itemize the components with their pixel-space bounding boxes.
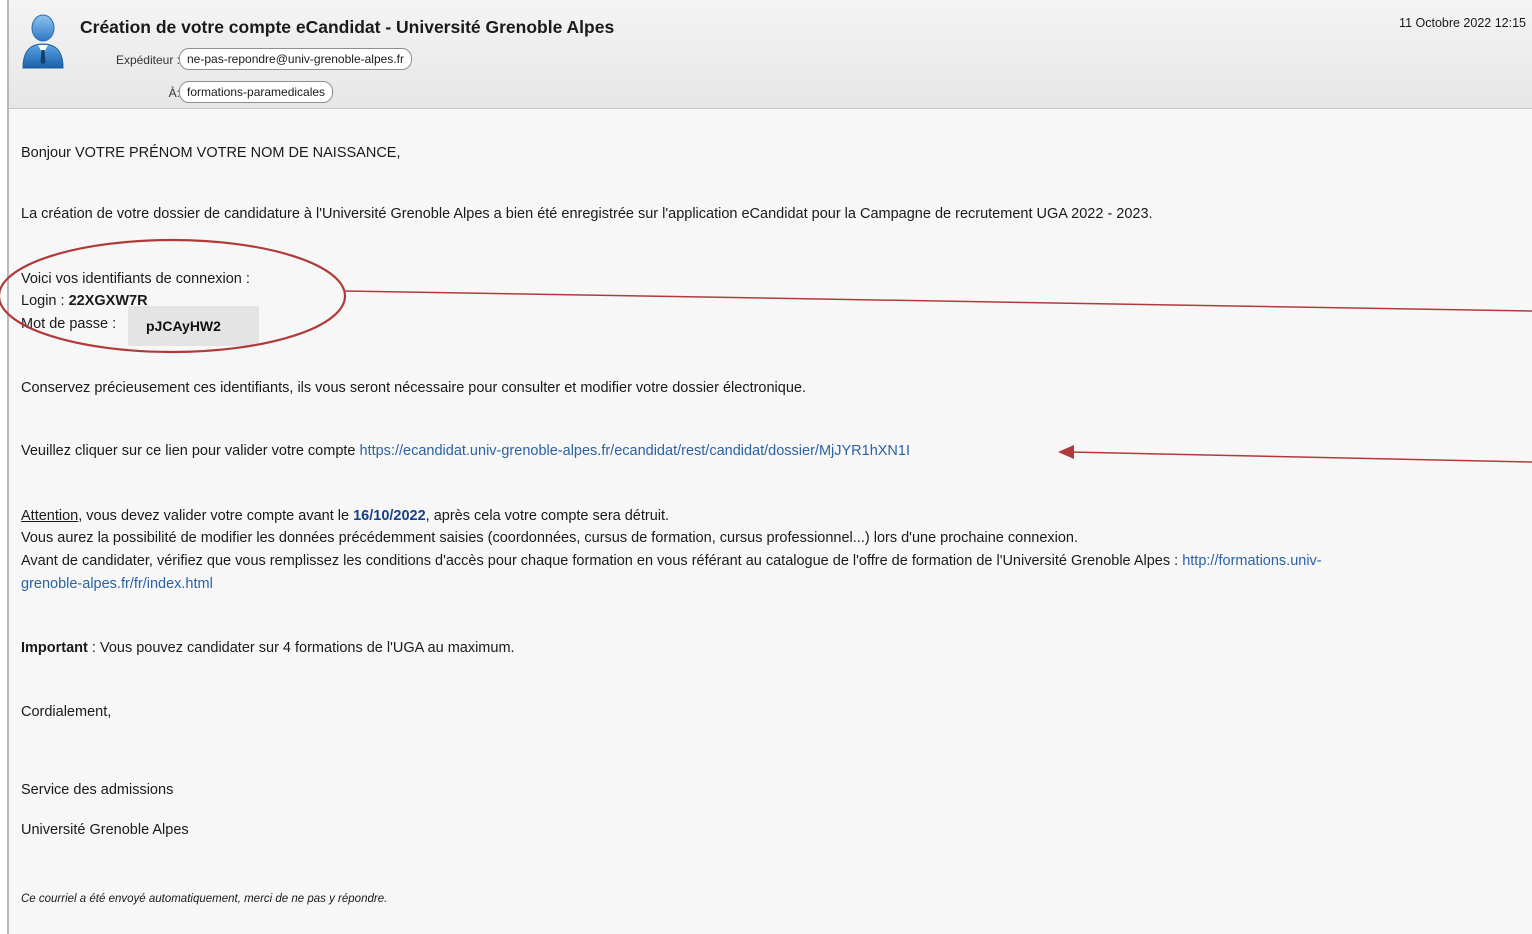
ids-intro: Voici vos identifiants de connexion : bbox=[21, 271, 250, 287]
important-line: Important : Vous pouvez candidater sur 4… bbox=[21, 640, 515, 656]
to-label: À: bbox=[168, 86, 180, 100]
email-header: Création de votre compte eCandidat - Uni… bbox=[9, 0, 1532, 109]
user-avatar-icon bbox=[22, 14, 64, 69]
keep-text: Conservez précieusement ces identifiants… bbox=[21, 380, 806, 396]
catalog-link-part2[interactable]: grenoble-alpes.fr/fr/index.html bbox=[21, 576, 213, 592]
validation-link[interactable]: https://ecandidat.univ-grenoble-alpes.fr… bbox=[360, 443, 911, 459]
signature-university: Université Grenoble Alpes bbox=[21, 822, 189, 838]
recipient-address[interactable]: formations-paramedicales bbox=[179, 81, 334, 103]
validate-line: Veuillez cliquer sur ce lien pour valide… bbox=[21, 443, 910, 459]
deadline-date: 16/10/2022 bbox=[353, 508, 426, 524]
password-value: pJCAyHW2 bbox=[146, 318, 221, 334]
login-label: Login : bbox=[21, 293, 69, 309]
attention-rest: , vous devez valider votre compte avant … bbox=[78, 508, 354, 524]
attention-line: Attention, vous devez valider votre comp… bbox=[21, 508, 669, 524]
attention-end: , après cela votre compte sera détruit. bbox=[425, 508, 670, 524]
auto-sent-note: Ce courriel a été envoyé automatiquement… bbox=[21, 893, 388, 905]
important-word: Important bbox=[21, 640, 88, 656]
from-label: Expéditeur : bbox=[115, 53, 180, 67]
email-date: 11 Octobre 2022 12:15 bbox=[1399, 16, 1526, 30]
greeting: Bonjour VOTRE PRÉNOM VOTRE NOM DE NAISSA… bbox=[21, 145, 401, 161]
catalog-link-continued: grenoble-alpes.fr/fr/index.html bbox=[21, 576, 213, 592]
catalog-link[interactable]: http://formations.univ- bbox=[1182, 553, 1321, 569]
attention-word: Attention bbox=[21, 508, 79, 524]
signature-service: Service des admissions bbox=[21, 782, 174, 798]
password-label: Mot de passe : bbox=[21, 316, 117, 332]
important-rest: : Vous pouvez candidater sur 4 formation… bbox=[87, 640, 515, 656]
closing: Cordialement, bbox=[21, 704, 112, 720]
sender-address[interactable]: ne-pas-repondre@univ-grenoble-alpes.fr bbox=[179, 48, 412, 70]
email-subject: Création de votre compte eCandidat - Uni… bbox=[80, 17, 615, 37]
before-text: Avant de candidater, vérifiez que vous r… bbox=[21, 553, 1183, 569]
before-line: Avant de candidater, vérifiez que vous r… bbox=[21, 553, 1322, 569]
validate-text: Veuillez cliquer sur ce lien pour valide… bbox=[21, 443, 360, 459]
creation-text: La création de votre dossier de candidat… bbox=[21, 206, 1153, 222]
modify-text: Vous aurez la possibilité de modifier le… bbox=[21, 530, 1079, 546]
